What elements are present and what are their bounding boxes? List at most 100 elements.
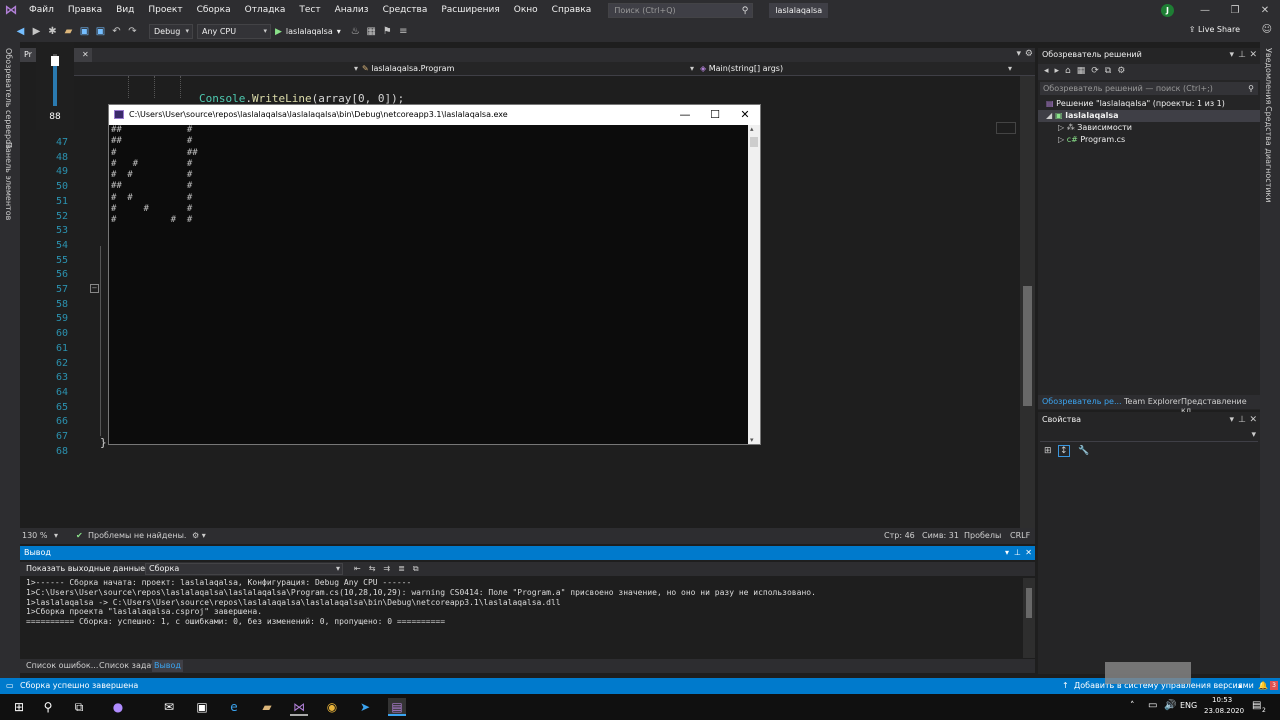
- edge-icon[interactable]: e: [225, 698, 243, 716]
- search-icon[interactable]: ⚲: [39, 698, 57, 716]
- quick-launch-search[interactable]: Поиск (Ctrl+Q) ⚲: [608, 3, 754, 18]
- collapse-icon[interactable]: −: [90, 284, 99, 293]
- menu-help[interactable]: Справка: [545, 0, 599, 21]
- menu-test[interactable]: Тест: [292, 0, 327, 21]
- gear-icon[interactable]: ⚙: [1025, 49, 1033, 59]
- task-view-icon[interactable]: ⧉: [70, 698, 88, 716]
- minimize-icon[interactable]: —: [1190, 0, 1220, 21]
- menu-analyze[interactable]: Анализ: [328, 0, 376, 21]
- comment-icon[interactable]: ≡: [397, 25, 410, 38]
- output-source-select[interactable]: Сборка ▾: [145, 563, 343, 575]
- tree-item-program-cs[interactable]: ▷ c# Program.cs: [1038, 134, 1260, 146]
- problems-status[interactable]: Проблемы не найдены.: [88, 531, 186, 540]
- editor-scrollbar-thumb[interactable]: [1023, 286, 1032, 406]
- bookmark-icon[interactable]: ⚑: [381, 25, 394, 38]
- file-explorer-icon[interactable]: ▰: [258, 698, 276, 716]
- editor-scrollbar[interactable]: [1020, 76, 1035, 528]
- tree-item-solution[interactable]: ▤ Решение "laslalaqalsa" (проекты: 1 из …: [1038, 98, 1260, 110]
- chevron-down-icon[interactable]: ▾: [1016, 49, 1021, 59]
- pin-icon[interactable]: ⊥: [1014, 546, 1021, 560]
- categorized-icon[interactable]: ⊞: [1044, 446, 1052, 456]
- new-project-icon[interactable]: ✱: [46, 25, 59, 38]
- zoom-select[interactable]: 130 %: [22, 531, 47, 540]
- wrench-icon[interactable]: 🔧: [1078, 446, 1089, 456]
- console-window[interactable]: C:\Users\User\source\repos\laslalaqalsa\…: [108, 104, 761, 445]
- tab-team-explorer[interactable]: Team Explorer: [1124, 397, 1181, 406]
- column-indicator[interactable]: Симв: 31: [922, 531, 959, 540]
- menu-edit[interactable]: Правка: [61, 0, 109, 21]
- user-avatar[interactable]: J: [1161, 4, 1174, 17]
- volume-slider-knob[interactable]: [51, 56, 59, 66]
- save-all-icon[interactable]: ▣: [94, 25, 107, 38]
- flame-icon[interactable]: ♨: [349, 25, 362, 38]
- output-scrollbar-thumb[interactable]: [1026, 588, 1032, 618]
- chevron-up-icon[interactable]: ▴: [750, 125, 754, 133]
- line-ending-indicator[interactable]: CRLF: [1010, 531, 1030, 540]
- tab-error-list[interactable]: Список ошибок...: [24, 660, 100, 672]
- line-indicator[interactable]: Стр: 46: [884, 531, 915, 540]
- member-navigation-select[interactable]: ◈ Main(string[] args): [700, 63, 1020, 75]
- tree-item-project[interactable]: ◢ ▣ laslalaqalsa: [1038, 110, 1260, 122]
- pin-icon[interactable]: ⊥: [1238, 415, 1246, 425]
- close-icon[interactable]: ✕: [1249, 415, 1257, 425]
- chevron-down-icon[interactable]: ▾: [750, 436, 754, 444]
- whitespace-indicator[interactable]: Пробелы: [964, 531, 1001, 540]
- clock-time[interactable]: 10:53: [1212, 696, 1232, 704]
- output-scrollbar[interactable]: [1023, 578, 1035, 658]
- tab-output[interactable]: Вывод: [152, 660, 183, 672]
- tab-task-list[interactable]: Список задач: [97, 660, 158, 672]
- console-scrollbar-thumb[interactable]: [750, 137, 758, 147]
- platform-select[interactable]: Any CPU ▾: [197, 24, 271, 39]
- chevron-up-icon[interactable]: ▴: [1238, 678, 1242, 694]
- live-share-button[interactable]: ⇪ Live Share: [1189, 25, 1240, 34]
- open-folder-icon[interactable]: ▰: [62, 25, 75, 38]
- network-icon[interactable]: ▭: [1148, 700, 1157, 711]
- menu-tools[interactable]: Средства: [376, 0, 435, 21]
- diagnostics-icon[interactable]: ▦: [365, 25, 378, 38]
- tree-item-dependencies[interactable]: ▷ ⁂ Зависимости: [1038, 122, 1260, 134]
- server-explorer-tab[interactable]: Обозреватель серверов: [4, 48, 13, 149]
- toolbox-tab[interactable]: Панель элементов: [4, 142, 13, 220]
- solution-search-input[interactable]: Обозреватель решений — поиск (Ctrl+;) ⚲: [1040, 82, 1258, 95]
- code-cleanup-icon[interactable]: ⚙ ▾: [192, 531, 206, 540]
- menu-file[interactable]: Файл: [22, 0, 61, 21]
- console-title-bar[interactable]: C:\Users\User\source\repos\laslalaqalsa\…: [109, 105, 760, 125]
- chevron-down-icon[interactable]: ▾: [1229, 415, 1234, 425]
- chevron-down-icon[interactable]: ▾: [1229, 50, 1234, 60]
- console-taskbar-icon[interactable]: ▤: [388, 698, 406, 716]
- close-icon[interactable]: ✕: [82, 48, 89, 62]
- pin-icon[interactable]: ⊥: [1238, 50, 1246, 60]
- class-navigation-select[interactable]: ✎ laslalaqalsa.Program: [362, 63, 692, 75]
- menu-project[interactable]: Проект: [141, 0, 189, 21]
- close-icon[interactable]: ✕: [1250, 0, 1280, 21]
- input-language[interactable]: ENG: [1180, 701, 1197, 710]
- clock-date[interactable]: 23.08.2020: [1204, 707, 1244, 715]
- alphabetical-icon[interactable]: ↕: [1058, 445, 1070, 457]
- tab-solution-explorer[interactable]: Обозреватель ре...: [1042, 397, 1122, 406]
- undo-icon[interactable]: ↶: [110, 25, 123, 38]
- solution-toolbar-icons[interactable]: ◂▸⌂▦⟳⧉⚙: [1044, 66, 1131, 76]
- console-maximize-icon[interactable]: ☐: [700, 105, 730, 125]
- close-icon[interactable]: ✕: [1249, 50, 1257, 60]
- menu-view[interactable]: Вид: [109, 0, 141, 21]
- menu-window[interactable]: Окно: [507, 0, 545, 21]
- windows-start-icon[interactable]: ⊞: [10, 698, 28, 716]
- configuration-select[interactable]: Debug ▾: [149, 24, 193, 39]
- notifications-bell-icon[interactable]: 🔔: [1258, 678, 1268, 694]
- store-icon[interactable]: ▣: [193, 698, 211, 716]
- save-icon[interactable]: ▣: [78, 25, 91, 38]
- close-icon[interactable]: ✕: [1025, 546, 1032, 560]
- action-center-icon[interactable]: ▤: [1252, 700, 1261, 711]
- menu-extensions[interactable]: Расширения: [434, 0, 506, 21]
- volume-icon[interactable]: 🔊: [1164, 700, 1176, 711]
- feedback-icon[interactable]: ☺: [1262, 24, 1272, 35]
- output-toolbar-icons[interactable]: ⇤⇆⇉≣⧉: [354, 562, 427, 576]
- redo-icon[interactable]: ↷: [126, 25, 139, 38]
- visual-studio-icon[interactable]: ⋈: [290, 698, 308, 716]
- chevron-down-icon[interactable]: ▾: [54, 531, 58, 540]
- telegram-icon[interactable]: ➤: [356, 698, 374, 716]
- start-debugging-button[interactable]: ▶ laslalaqalsa ▾: [275, 27, 341, 37]
- console-minimize-icon[interactable]: —: [670, 105, 700, 125]
- console-scrollbar[interactable]: ▴ ▾: [748, 125, 760, 444]
- chevron-down-icon[interactable]: ▾: [1005, 546, 1009, 560]
